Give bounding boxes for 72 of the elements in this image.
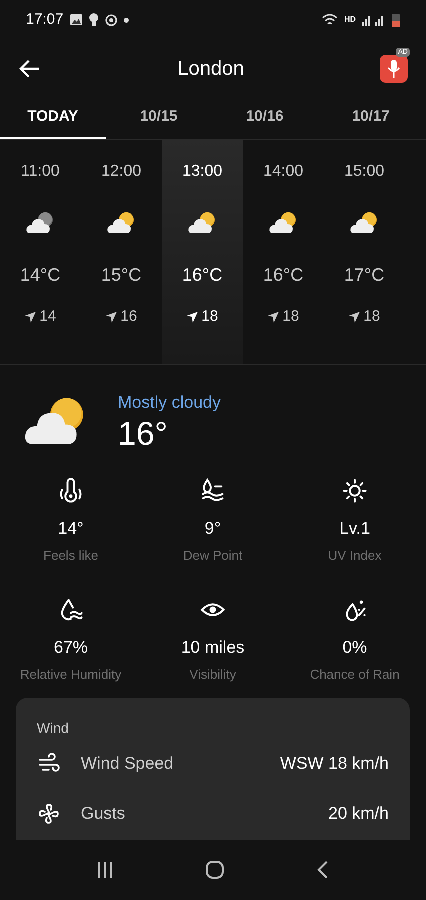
current-temperature: 16° [118, 415, 169, 454]
metric-value: 10 miles [181, 637, 245, 659]
hour-temperature: 15°C [101, 264, 142, 287]
hour-time: 11:00 [21, 162, 60, 182]
recent-apps-button[interactable] [96, 861, 114, 879]
microphone-icon [387, 59, 401, 79]
hour-time: 12:00 [101, 162, 142, 182]
thermometer-icon [58, 478, 84, 504]
metric-value: 14° [58, 518, 84, 540]
metric-label: Chance of Rain [310, 666, 400, 684]
date-tab[interactable]: TODAY [0, 98, 106, 139]
city-title: London [176, 57, 246, 82]
wind-speed: 14 [40, 307, 56, 327]
bulb-icon [88, 13, 99, 27]
hour-column[interactable]: 14:00 16°C 18 [243, 140, 324, 364]
network-label: HD [344, 14, 356, 26]
sun-icon [342, 478, 368, 504]
metric-label: Feels like [44, 546, 98, 564]
metric-value: 0% [342, 637, 368, 659]
metric-label: Visibility [190, 666, 236, 684]
sun-cloud-icon [268, 211, 298, 235]
date-tab[interactable]: 10/15 [106, 98, 212, 139]
dot-icon [124, 18, 129, 22]
date-tab[interactable]: 10/16 [212, 98, 318, 139]
image-icon [70, 14, 83, 26]
metric-label: UV Index [328, 546, 382, 564]
wifi-icon [322, 14, 338, 26]
metric-value: 9° [204, 518, 222, 540]
condition-text: Mostly cloudy [118, 392, 221, 414]
metric-value: 67% [54, 637, 88, 659]
row-value: WSW 18 km/h [280, 753, 389, 776]
hour-temperature: 17°C [344, 264, 385, 287]
hour-column[interactable]: 12:00 15°C 16 [81, 140, 162, 364]
wind-direction-icon [24, 312, 36, 323]
sun-cloud-icon [350, 211, 380, 235]
hour-column[interactable]: 15:00 17°C 18 [324, 140, 405, 364]
row-label: Gusts [81, 803, 126, 826]
card-title: Wind [37, 719, 70, 738]
row-label: Wind Speed [81, 753, 175, 776]
wind-direction-icon [348, 312, 360, 323]
hour-column[interactable]: 13:00 16°C 18 [162, 140, 243, 364]
wind-speed: 18 [202, 307, 218, 327]
signal-icon [362, 14, 386, 26]
sync-icon [104, 14, 118, 26]
metric-value: Lv.1 [340, 518, 370, 540]
dew-point-icon [200, 478, 226, 504]
hour-time: 13:00 [182, 162, 223, 182]
wind-direction-icon [186, 312, 198, 323]
wind-speed: 16 [120, 307, 138, 327]
hour-temperature: 14°C [20, 264, 61, 287]
home-button[interactable] [204, 860, 225, 880]
wind-speed: 18 [282, 307, 300, 327]
fan-icon [37, 802, 61, 826]
hour-temperature: 16°C [182, 264, 223, 287]
hour-column[interactable]: 11:00 14°C 14 [0, 140, 81, 364]
voice-ad-button[interactable] [380, 55, 408, 83]
back-nav-button[interactable] [316, 860, 330, 880]
row-value: 20 km/h [328, 803, 389, 826]
date-tab[interactable]: 10/17 [318, 98, 424, 139]
status-time: 17:07 [26, 10, 64, 30]
wind-direction-icon [268, 312, 279, 323]
metric-label: Relative Humidity [20, 666, 122, 684]
cloud-icon [26, 211, 56, 235]
metric-label: Dew Point [183, 546, 243, 564]
wind-direction-icon [106, 312, 117, 323]
hour-time: 14:00 [263, 162, 304, 182]
wind-speed: 18 [364, 307, 380, 327]
sun-cloud-icon [106, 211, 136, 235]
hour-temperature: 16°C [263, 264, 304, 287]
hour-time: 15:00 [344, 162, 385, 182]
sun-cloud-icon [188, 211, 218, 235]
battery-icon [392, 13, 400, 27]
